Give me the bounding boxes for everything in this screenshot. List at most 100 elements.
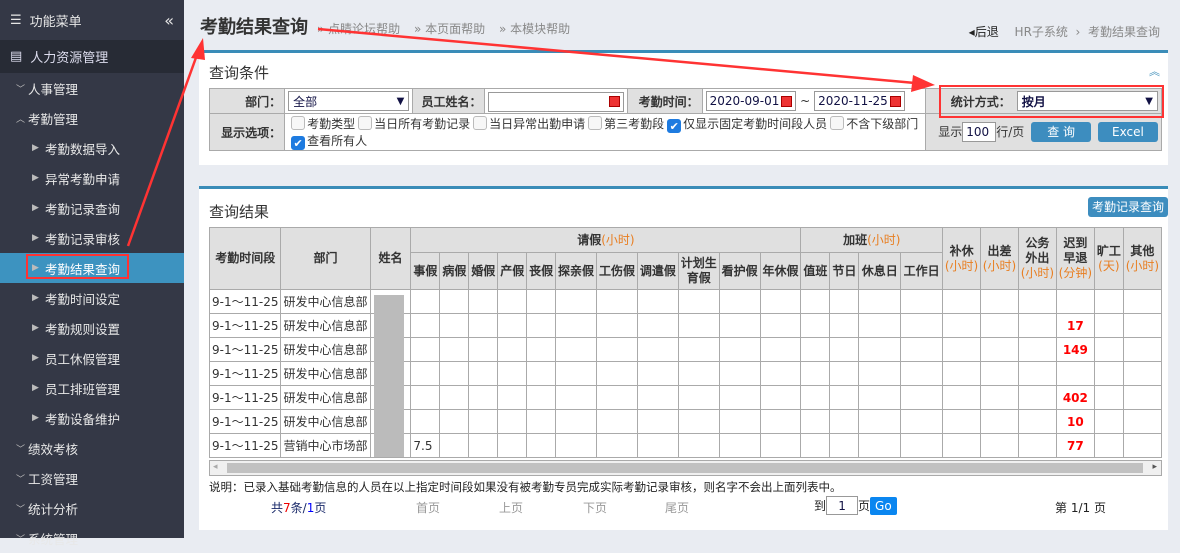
prev-page-link[interactable]: 上页 [499,499,523,516]
excel-button[interactable]: Excel [1097,122,1158,142]
cell [1093,361,1124,386]
crumb-hr[interactable]: HR子系统 [1015,25,1068,39]
dept-select[interactable]: 全部 ▼ [288,91,410,111]
option-checkbox-5[interactable]: 不含下级部门 [827,116,918,131]
col-leave-9: 看护假 [718,252,761,290]
col-label: 出差 [987,243,1012,258]
option-checkbox-1[interactable]: 当日所有考勤记录 [355,116,471,131]
chevron-down-icon: ﹀ [16,504,26,515]
record-query-button[interactable]: 考勤记录查询 [1088,197,1168,217]
next-page-link[interactable]: 下页 [583,499,607,516]
ot-label: 加班 [843,232,868,247]
cell [1122,409,1163,434]
search-button[interactable]: 查 询 [1031,122,1092,142]
sidebar-header: ☰ 功能菜单 « [0,0,184,40]
col-label: 旷工 [1096,243,1121,258]
date-to-input[interactable]: 2020-11-25 [814,91,905,111]
horizontal-scrollbar[interactable]: ◂ ▸ [209,460,1162,476]
collapse-icon[interactable]: « [164,11,174,30]
goto-unit: 页 [858,499,871,513]
module-hr[interactable]: ▤ 人力资源管理 [0,40,184,73]
option-label: 当日所有考勤记录 [374,117,471,131]
name-label: 员工姓名： [412,88,486,114]
cell-shijia [410,385,441,410]
caret-right-icon: ▶ [32,263,39,273]
cell-shijia [410,361,441,386]
sidebar-item-7[interactable]: ▶ 员工休假管理 [0,343,184,373]
sidebar-item-label: 考勤结果查询 [45,261,121,277]
sidebar-item-8[interactable]: ▶ 员工排班管理 [0,373,184,403]
option-checkbox-6[interactable]: ✔ 查看所有人 [288,134,367,150]
sidebar-item-9[interactable]: ▶ 考勤设备维护 [0,403,184,433]
sidebar-group-more-1[interactable]: ﹀ 工资管理 [0,463,184,493]
sidebar-item-4[interactable]: ▶ 考勤结果查询 [0,253,184,283]
sidebar-group-hr[interactable]: ﹀ 人事管理 [0,73,184,103]
cell [980,385,1019,410]
sidebar-group-more-3[interactable]: ﹀ 系统管理 [0,523,184,553]
cell [900,385,944,410]
col-overtime: 加班(小时) [800,227,944,253]
option-checkbox-2[interactable]: 当日异常出勤申请 [470,116,585,131]
col-leave-7: 调遣假 [636,252,679,290]
goto-page-input[interactable]: 1 [826,496,859,515]
option-checkbox-4[interactable]: ✔ 仅显示固定考勤时间段人员 [664,117,827,133]
chevron-down-icon: ﹀ [16,444,26,455]
stat-select[interactable]: 按月 ▼ [1016,91,1158,111]
date-from-input[interactable]: 2020-09-01 [705,91,797,111]
cell [942,361,982,386]
sidebar-group-label: 工资管理 [28,471,79,487]
scroll-right-icon[interactable]: ▸ [1152,462,1157,472]
cell-shijia [410,337,441,362]
cell-period: 9-1～11-25 [208,313,282,338]
cell [497,409,528,434]
sidebar-item-3[interactable]: ▶ 考勤记录审核 [0,223,184,253]
help-page-link[interactable]: » 本页面帮助 [414,22,485,36]
clear-icon[interactable] [609,96,621,107]
last-page-link[interactable]: 尾页 [665,499,689,516]
option-checkbox-0[interactable]: 考勤类型 [288,116,355,131]
caret-right-icon: ▶ [32,173,39,183]
col-other-4: 旷工 (天) [1093,227,1124,290]
rows-per-page-input[interactable]: 100 [962,122,997,142]
cell [942,385,982,410]
sidebar-item-1[interactable]: ▶ 异常考勤申请 [0,163,184,193]
caret-right-icon: ▶ [32,413,39,423]
help-module-link[interactable]: » 本模块帮助 [499,22,570,36]
collapse-panel-icon[interactable]: ︽ [1149,63,1160,79]
sidebar-item-6[interactable]: ▶ 考勤规则设置 [0,313,184,343]
cell [829,433,860,458]
cell [468,385,499,410]
cell [800,361,831,386]
cell [497,289,528,314]
sidebar-group-more-0[interactable]: ﹀ 绩效考核 [0,433,184,463]
cell [636,289,679,314]
sidebar-group-attendance[interactable]: ︿ 考勤管理 [0,103,184,133]
sidebar-item-0[interactable]: ▶ 考勤数据导入 [0,133,184,163]
note-text: 说明：已录入基础考勤信息的人员在以上指定时间段如果没有被考勤专员完成实际考勤记录… [209,480,842,494]
checkbox-icon [830,116,845,130]
cell [1017,313,1057,338]
sidebar-item-label: 考勤规则设置 [45,321,121,337]
sidebar-item-label: 考勤设备维护 [45,411,121,427]
cell [468,433,499,458]
sidebar-item-5[interactable]: ▶ 考勤时间设定 [0,283,184,313]
clear-icon[interactable] [781,95,793,107]
option-checkbox-3[interactable]: 第三考勤段 [585,116,664,131]
cell-dept: 研发中心信息部 [280,337,371,362]
cell [718,433,761,458]
clear-icon[interactable] [889,95,901,107]
first-page-link[interactable]: 首页 [416,499,440,516]
cell [829,313,860,338]
back-button[interactable]: ◂后退 [969,25,999,39]
sidebar-group-more-2[interactable]: ﹀ 统计分析 [0,493,184,523]
caret-right-icon: ▶ [32,353,39,363]
unit-label: (小时) [601,232,635,247]
sidebar-item-2[interactable]: ▶ 考勤记录查询 [0,193,184,223]
go-button[interactable]: Go [870,496,897,515]
scroll-left-icon[interactable]: ◂ [213,462,218,472]
name-input[interactable] [488,91,625,112]
cell [636,337,679,362]
cell [526,361,557,386]
help-forum-link[interactable]: » 点睛论坛帮助 [317,22,400,36]
scrollbar-thumb[interactable] [227,463,1143,473]
